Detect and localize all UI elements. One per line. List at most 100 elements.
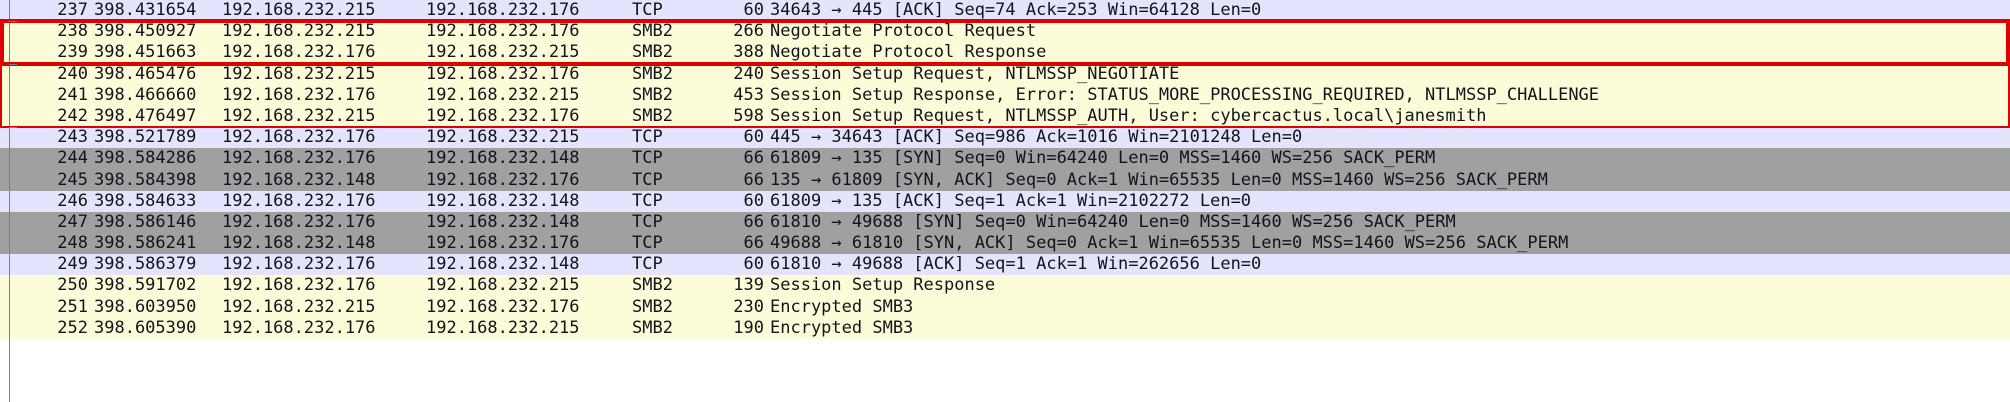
packet-number: 238: [57, 21, 88, 42]
packet-info: Session Setup Request, NTLMSSP_AUTH, Use…: [770, 105, 1487, 126]
packet-length: 190: [733, 317, 764, 338]
packet-number: 242: [57, 105, 88, 126]
packet-list: 237 398.431654 192.168.232.215 192.168.232.…: [0, 0, 2010, 339]
packet-row[interactable]: 245 398.584398 192.168.232.148 192.168.232.…: [0, 169, 2010, 191]
packet-time: 398.605390: [94, 317, 197, 338]
packet-protocol: TCP: [632, 0, 663, 20]
packet-destination: 192.168.232.176: [426, 233, 580, 254]
packet-length: 60: [743, 0, 764, 20]
packet-length: 230: [733, 296, 764, 317]
packet-source: 192.168.232.148: [222, 233, 376, 254]
packet-time: 398.465476: [94, 63, 197, 84]
packet-row[interactable]: 248 398.586241 192.168.232.148 192.168.232.…: [0, 233, 2010, 255]
left-rule: [9, 0, 10, 402]
packet-number: 245: [57, 169, 88, 190]
packet-row[interactable]: 252 398.605390 192.168.232.176 192.168.232.…: [0, 317, 2010, 339]
packet-destination: 192.168.232.176: [426, 21, 580, 42]
packet-protocol: TCP: [632, 169, 663, 190]
packet-number: 250: [57, 275, 88, 296]
packet-info: 49688 → 61810 [SYN, ACK] Seq=0 Ack=1 Win…: [770, 233, 1569, 254]
packet-time: 398.451663: [94, 42, 197, 63]
packet-time: 398.521789: [94, 127, 197, 148]
packet-number: 246: [57, 190, 88, 211]
packet-destination: 192.168.232.148: [426, 211, 580, 232]
packet-row[interactable]: 249 398.586379 192.168.232.176 192.168.232.…: [0, 254, 2010, 276]
packet-protocol: TCP: [632, 254, 663, 275]
packet-protocol: SMB2: [632, 317, 673, 338]
packet-length: 66: [743, 211, 764, 232]
packet-info: 61809 → 135 [SYN] Seq=0 Win=64240 Len=0 …: [770, 148, 1436, 169]
packet-destination: 192.168.232.176: [426, 296, 580, 317]
left-rule-tick: [9, 21, 17, 23]
packet-protocol: TCP: [632, 127, 663, 148]
packet-number: 237: [57, 0, 88, 20]
packet-protocol: SMB2: [632, 296, 673, 317]
packet-destination: 192.168.232.176: [426, 169, 580, 190]
packet-info: 61810 → 49688 [SYN] Seq=0 Win=64240 Len=…: [770, 211, 1456, 232]
packet-destination: 192.168.232.215: [426, 127, 580, 148]
packet-length: 66: [743, 233, 764, 254]
packet-protocol: SMB2: [632, 42, 673, 63]
packet-source: 192.168.232.215: [222, 21, 376, 42]
packet-row[interactable]: 247 398.586146 192.168.232.176 192.168.232.…: [0, 211, 2010, 234]
packet-info: Session Setup Response: [770, 275, 996, 296]
packet-number: 244: [57, 148, 88, 169]
packet-time: 398.591702: [94, 275, 197, 296]
packet-info: Negotiate Protocol Response: [770, 42, 1047, 63]
packet-time: 398.450927: [94, 21, 197, 42]
packet-time: 398.466660: [94, 84, 197, 105]
packet-source: 192.168.232.215: [222, 63, 376, 84]
packet-row[interactable]: 239 398.451663 192.168.232.176 192.168.232.…: [0, 42, 2010, 64]
packet-time: 398.586379: [94, 254, 197, 275]
packet-row[interactable]: 250 398.591702 192.168.232.176 192.168.232.…: [0, 275, 2010, 297]
packet-source: 192.168.232.215: [222, 0, 376, 20]
packet-destination: 192.168.232.176: [426, 0, 580, 20]
packet-row[interactable]: 237 398.431654 192.168.232.215 192.168.232.…: [0, 0, 2010, 22]
packet-time: 398.586241: [94, 233, 197, 254]
packet-destination: 192.168.232.215: [426, 275, 580, 296]
packet-info: 34643 → 445 [ACK] Seq=74 Ack=253 Win=641…: [770, 0, 1262, 20]
packet-number: 243: [57, 127, 88, 148]
left-rule-tick: [9, 127, 17, 129]
packet-info: Negotiate Protocol Request: [770, 21, 1037, 42]
packet-number: 249: [57, 254, 88, 275]
packet-source: 192.168.232.176: [222, 148, 376, 169]
packet-time: 398.584398: [94, 169, 197, 190]
left-rule-tick: [9, 63, 17, 65]
packet-time: 398.603950: [94, 296, 197, 317]
packet-number: 247: [57, 211, 88, 232]
packet-row[interactable]: 241 398.466660 192.168.232.176 192.168.232.…: [0, 84, 2010, 106]
packet-protocol: TCP: [632, 148, 663, 169]
packet-number: 241: [57, 84, 88, 105]
packet-time: 398.476497: [94, 105, 197, 126]
packet-length: 388: [733, 42, 764, 63]
packet-row[interactable]: 238 398.450927 192.168.232.215 192.168.232.…: [0, 21, 2010, 43]
packet-time: 398.584633: [94, 190, 197, 211]
packet-destination: 192.168.232.148: [426, 254, 580, 275]
packet-source: 192.168.232.176: [222, 275, 376, 296]
packet-protocol: TCP: [632, 233, 663, 254]
packet-info: 445 → 34643 [ACK] Seq=986 Ack=1016 Win=2…: [770, 127, 1303, 148]
packet-row[interactable]: 251 398.603950 192.168.232.215 192.168.232.…: [0, 296, 2010, 318]
packet-length: 60: [743, 254, 764, 275]
packet-destination: 192.168.232.215: [426, 42, 580, 63]
packet-info: Session Setup Response, Error: STATUS_MO…: [770, 84, 1600, 105]
packet-source: 192.168.232.148: [222, 169, 376, 190]
packet-number: 248: [57, 233, 88, 254]
packet-row[interactable]: 246 398.584633 192.168.232.176 192.168.232.…: [0, 190, 2010, 212]
packet-row[interactable]: 244 398.584286 192.168.232.176 192.168.232.…: [0, 148, 2010, 170]
packet-source: 192.168.232.176: [222, 254, 376, 275]
packet-protocol: TCP: [632, 211, 663, 232]
packet-destination: 192.168.232.215: [426, 84, 580, 105]
packet-source: 192.168.232.215: [222, 105, 376, 126]
packet-row[interactable]: 243 398.521789 192.168.232.176 192.168.232.…: [0, 127, 2010, 149]
packet-destination: 192.168.232.148: [426, 148, 580, 169]
packet-destination: 192.168.232.215: [426, 317, 580, 338]
packet-number: 252: [57, 317, 88, 338]
packet-length: 598: [733, 105, 764, 126]
packet-destination: 192.168.232.176: [426, 105, 580, 126]
packet-length: 139: [733, 275, 764, 296]
packet-row[interactable]: 240 398.465476 192.168.232.215 192.168.232.…: [0, 63, 2010, 85]
packet-length: 240: [733, 63, 764, 84]
packet-row[interactable]: 242 398.476497 192.168.232.215 192.168.232.…: [0, 105, 2010, 128]
